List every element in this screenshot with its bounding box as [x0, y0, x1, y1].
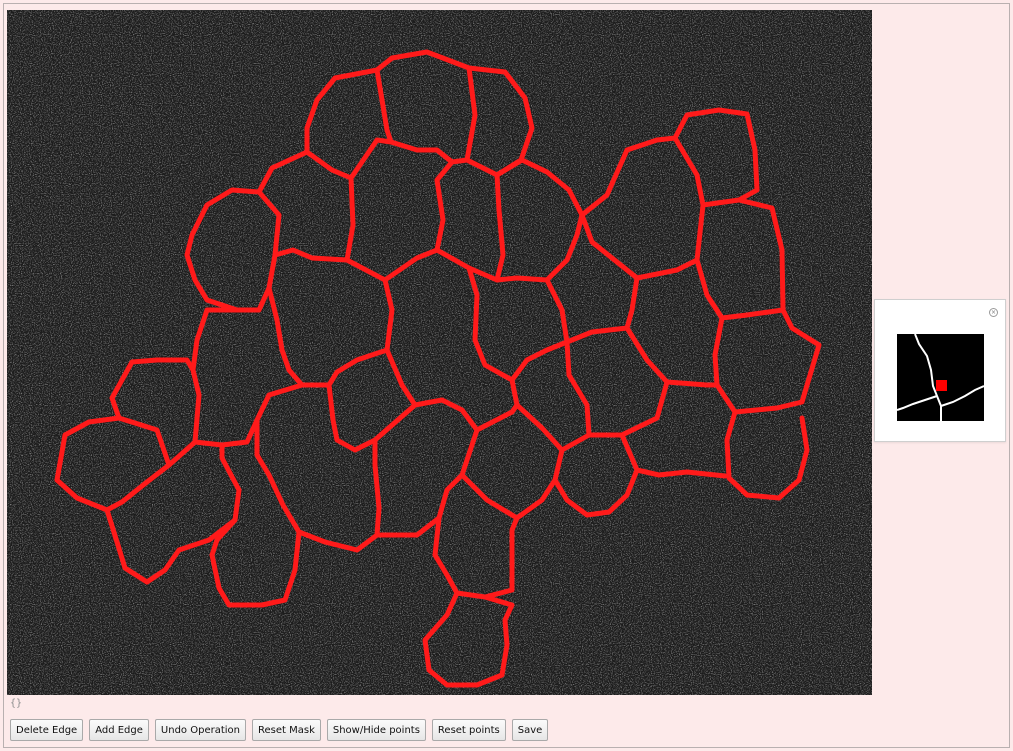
show-hide-points-button[interactable]: Show/Hide points [326, 719, 426, 741]
selected-point-marker[interactable] [936, 380, 947, 391]
delete-edge-button[interactable]: Delete Edge [10, 719, 84, 741]
close-icon[interactable]: × [989, 308, 998, 317]
segmentation-canvas[interactable] [7, 10, 872, 695]
add-edge-button[interactable]: Add Edge [89, 719, 149, 741]
reset-points-button[interactable]: Reset points [431, 719, 506, 741]
zoom-view [896, 333, 985, 421]
save-button[interactable]: Save [511, 719, 549, 741]
toolbar: Delete Edge Add Edge Undo Operation Rese… [10, 719, 549, 741]
zoom-mask [896, 333, 985, 421]
undo-operation-button[interactable]: Undo Operation [154, 719, 246, 741]
segmentation-overlay[interactable] [7, 10, 872, 695]
reset-mask-button[interactable]: Reset Mask [252, 719, 321, 741]
json-readout: {} [10, 698, 23, 709]
zoom-preview-card: × [874, 299, 1006, 442]
